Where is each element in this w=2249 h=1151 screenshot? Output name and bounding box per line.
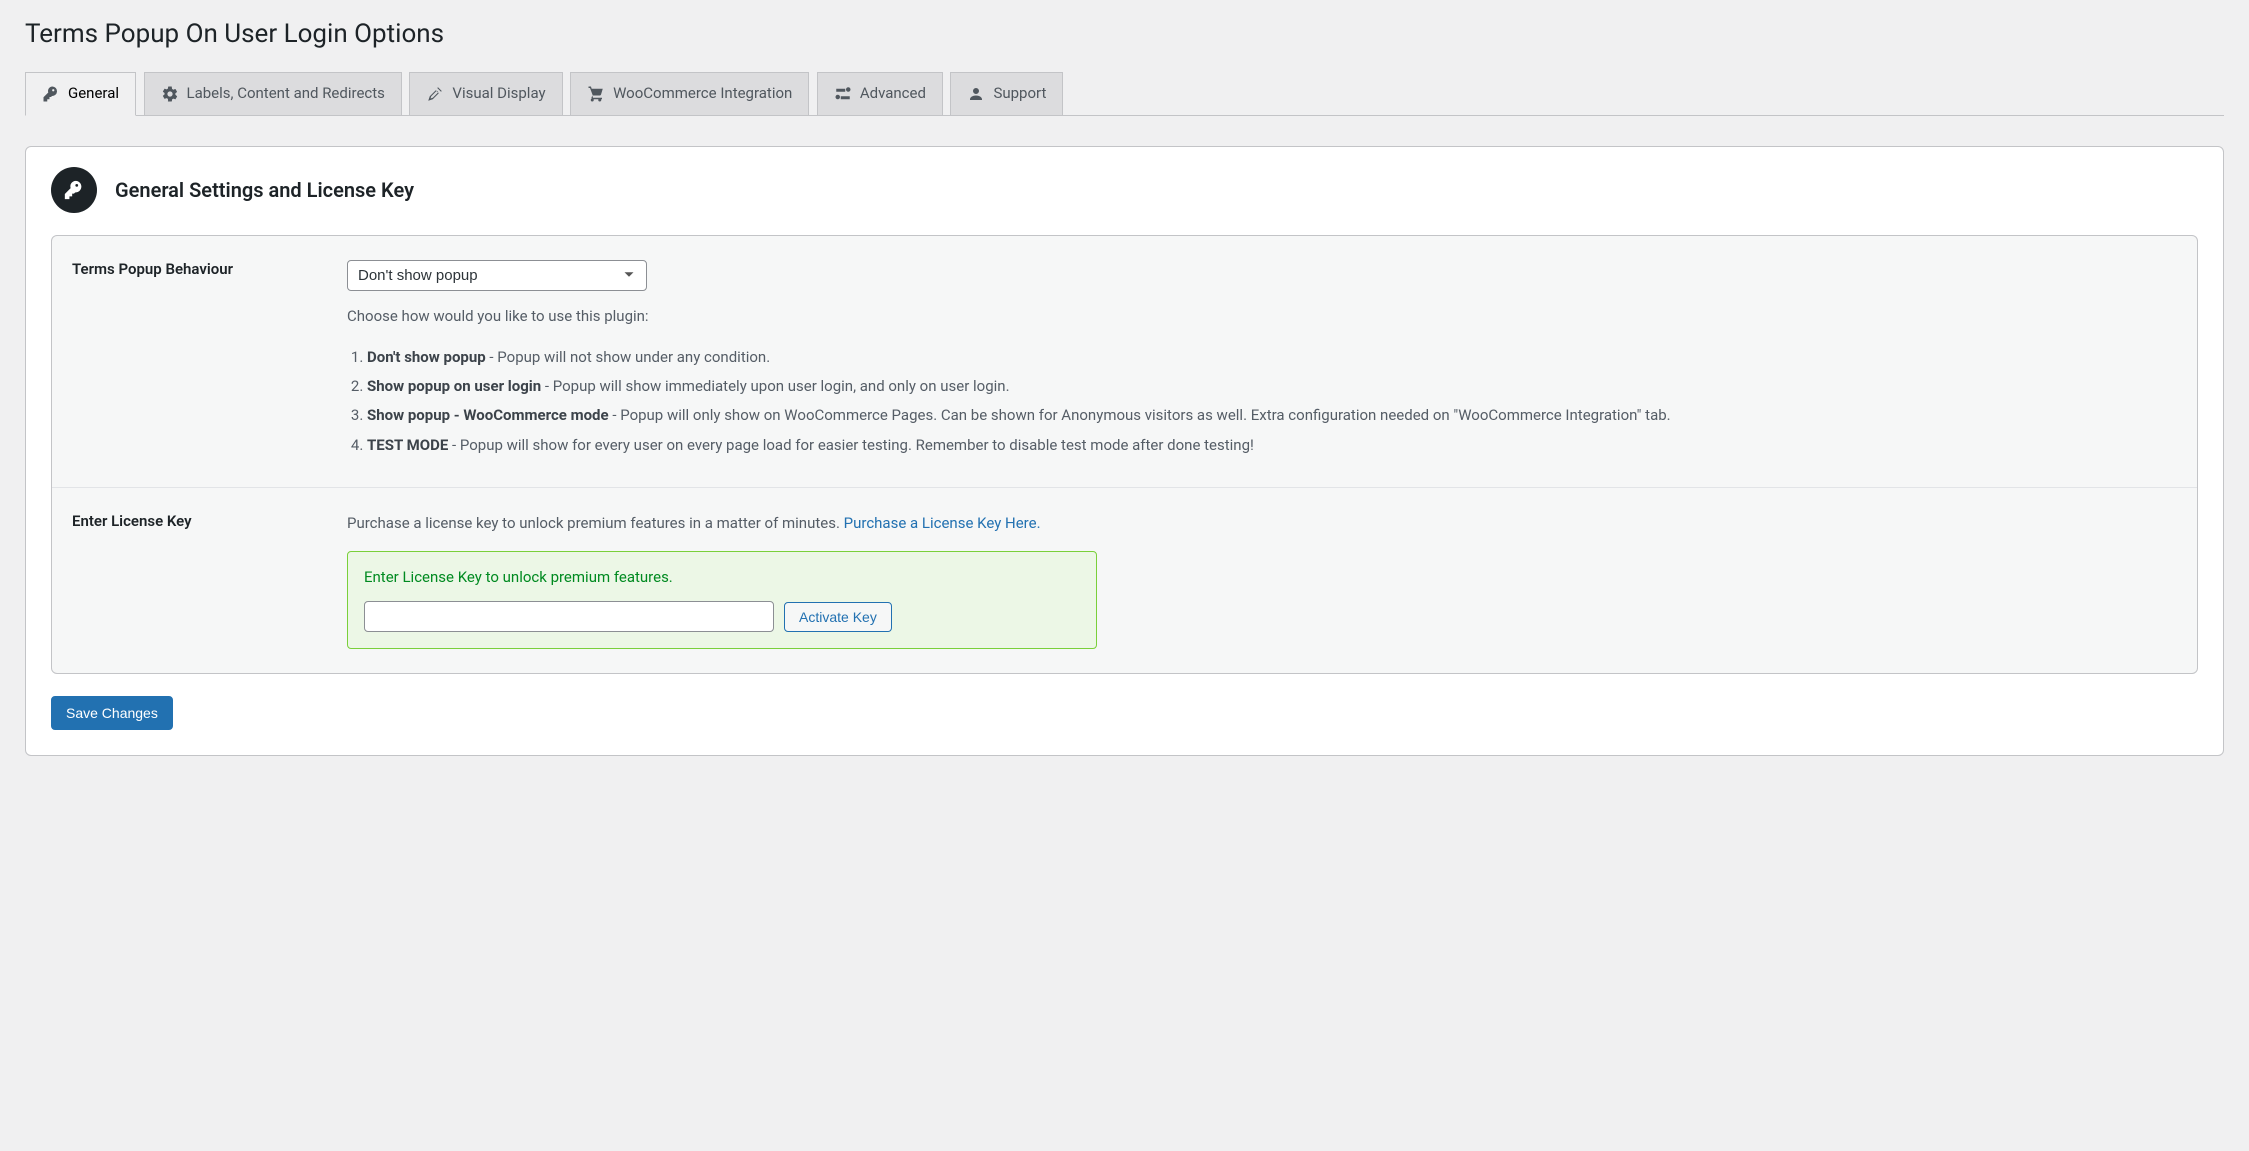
save-changes-button[interactable]: Save Changes xyxy=(51,696,173,730)
field-description: Choose how would you like to use this pl… xyxy=(347,305,2177,328)
list-item: Show popup on user login - Popup will sh… xyxy=(367,375,2177,398)
behaviour-option-list: Don't show popup - Popup will not show u… xyxy=(367,346,2177,457)
row-enter-license-key: Enter License Key Purchase a license key… xyxy=(52,488,2197,674)
tab-label: Support xyxy=(993,81,1046,107)
key-icon xyxy=(42,85,60,103)
tab-general[interactable]: General xyxy=(25,72,136,116)
tab-support[interactable]: Support xyxy=(950,72,1063,115)
tab-panel-general: General Settings and License Key Terms P… xyxy=(25,146,2224,757)
list-item: Don't show popup - Popup will not show u… xyxy=(367,346,2177,369)
toggle-icon xyxy=(834,85,852,103)
tab-label: Labels, Content and Redirects xyxy=(187,81,385,107)
license-key-input[interactable] xyxy=(364,601,774,632)
list-item: Show popup - WooCommerce mode - Popup wi… xyxy=(367,404,2177,427)
license-hint: Enter License Key to unlock premium feat… xyxy=(364,566,1080,589)
license-box: Enter License Key to unlock premium feat… xyxy=(347,551,1097,649)
license-intro: Purchase a license key to unlock premium… xyxy=(347,512,2177,535)
cart-icon xyxy=(587,85,605,103)
tab-label: Advanced xyxy=(860,81,926,107)
tab-advanced[interactable]: Advanced xyxy=(817,72,943,115)
tab-woocommerce-integration[interactable]: WooCommerce Integration xyxy=(570,72,809,115)
settings-panel: Terms Popup Behaviour Don't show popup C… xyxy=(51,235,2198,675)
tab-label: WooCommerce Integration xyxy=(613,81,792,107)
tab-label: Visual Display xyxy=(452,81,545,107)
pin-icon xyxy=(426,85,444,103)
purchase-license-link[interactable]: Purchase a License Key Here. xyxy=(844,514,1041,532)
key-icon xyxy=(51,167,97,213)
tab-label: General xyxy=(68,81,119,107)
section-title: General Settings and License Key xyxy=(115,178,414,202)
tab-bar: General Labels, Content and Redirects Vi… xyxy=(25,71,2224,116)
list-item: TEST MODE - Popup will show for every us… xyxy=(367,434,2177,457)
activate-key-button[interactable]: Activate Key xyxy=(784,602,892,632)
row-terms-popup-behaviour: Terms Popup Behaviour Don't show popup C… xyxy=(52,236,2197,488)
tab-labels-content-redirects[interactable]: Labels, Content and Redirects xyxy=(144,72,402,115)
person-icon xyxy=(967,85,985,103)
section-header: General Settings and License Key xyxy=(51,167,2198,213)
gear-icon xyxy=(161,85,179,103)
field-label: Enter License Key xyxy=(72,512,317,650)
page-title: Terms Popup On User Login Options xyxy=(25,10,2224,53)
terms-popup-behaviour-select[interactable]: Don't show popup xyxy=(347,260,647,291)
field-label: Terms Popup Behaviour xyxy=(72,260,317,463)
tab-visual-display[interactable]: Visual Display xyxy=(409,72,562,115)
